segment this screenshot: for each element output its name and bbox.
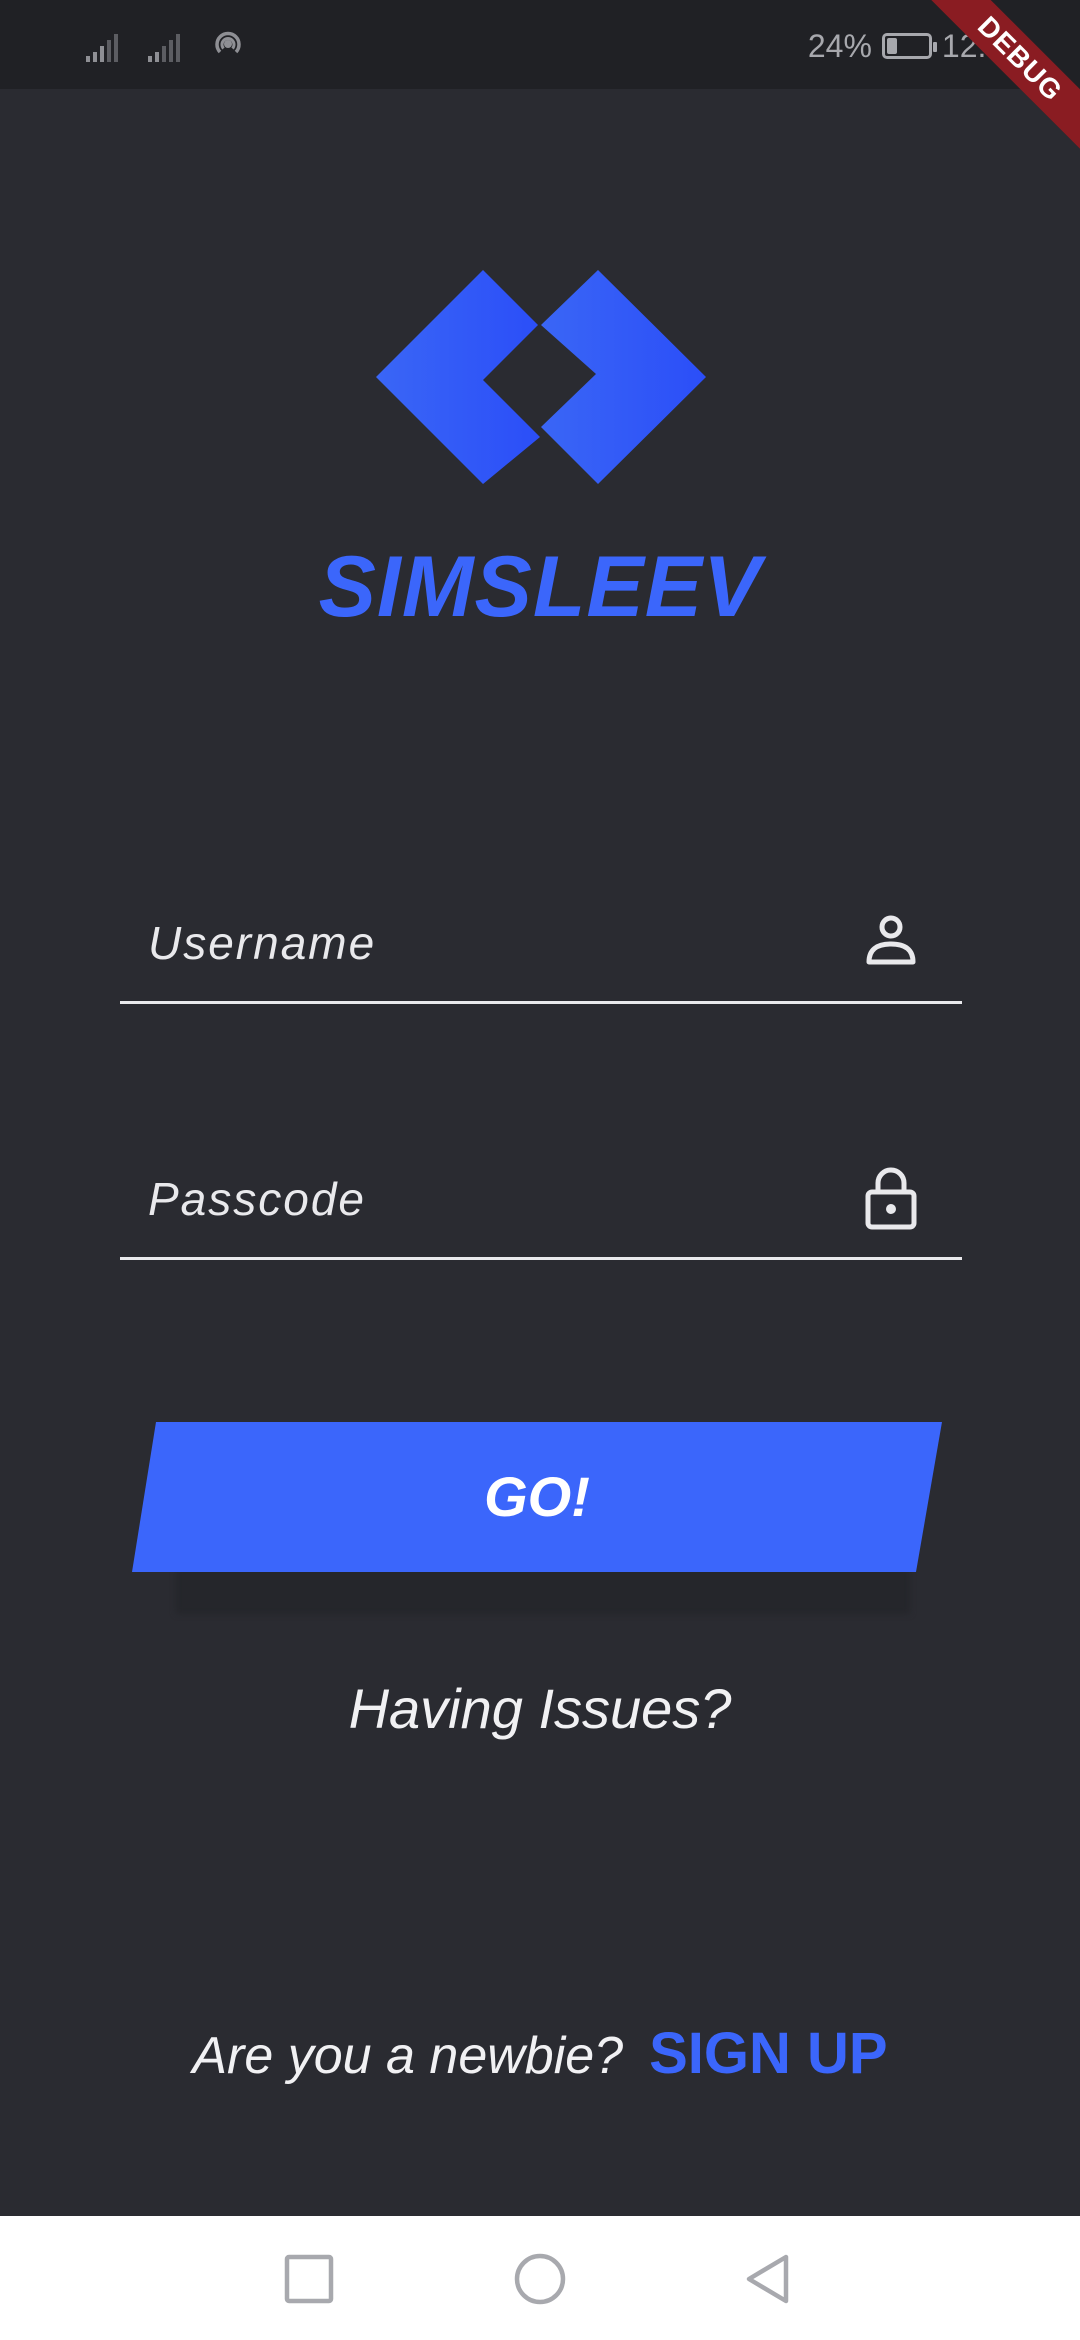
signal-icon — [86, 34, 118, 62]
passcode-input[interactable] — [148, 1140, 848, 1257]
signal-icon — [148, 34, 180, 62]
debug-ribbon: DEBUG — [910, 0, 1080, 170]
back-triangle-icon[interactable] — [742, 2252, 796, 2306]
lock-icon — [865, 1167, 917, 1230]
signup-row: Are you a newbie? SIGN UP — [0, 2020, 1080, 2087]
system-nav-bar — [0, 2216, 1080, 2340]
username-input[interactable] — [148, 884, 848, 1001]
go-button[interactable]: GO! — [132, 1422, 942, 1572]
status-bar: 24% 12:44 DEBUG — [0, 0, 1080, 166]
home-circle-icon[interactable] — [513, 2252, 567, 2306]
battery-percent: 24% — [807, 27, 872, 64]
diamond-logo-icon — [376, 270, 706, 484]
go-button-label: GO! — [484, 1465, 590, 1528]
having-issues-link[interactable]: Having Issues? — [0, 1676, 1080, 1741]
recents-square-icon[interactable] — [282, 2252, 336, 2306]
passcode-field[interactable] — [120, 1140, 962, 1260]
brand-name: SIMSLEEV — [318, 539, 762, 635]
user-icon — [866, 915, 916, 965]
battery-fill — [886, 38, 897, 54]
signup-link[interactable]: SIGN UP — [649, 2020, 888, 2087]
debug-ribbon-label: DEBUG — [913, 0, 1080, 166]
status-icons-left — [86, 26, 246, 62]
username-field[interactable] — [120, 884, 962, 1004]
go-button-shadow — [176, 1568, 910, 1614]
signup-prompt: Are you a newbie? — [192, 2027, 624, 2085]
hotspot-icon — [215, 31, 241, 54]
